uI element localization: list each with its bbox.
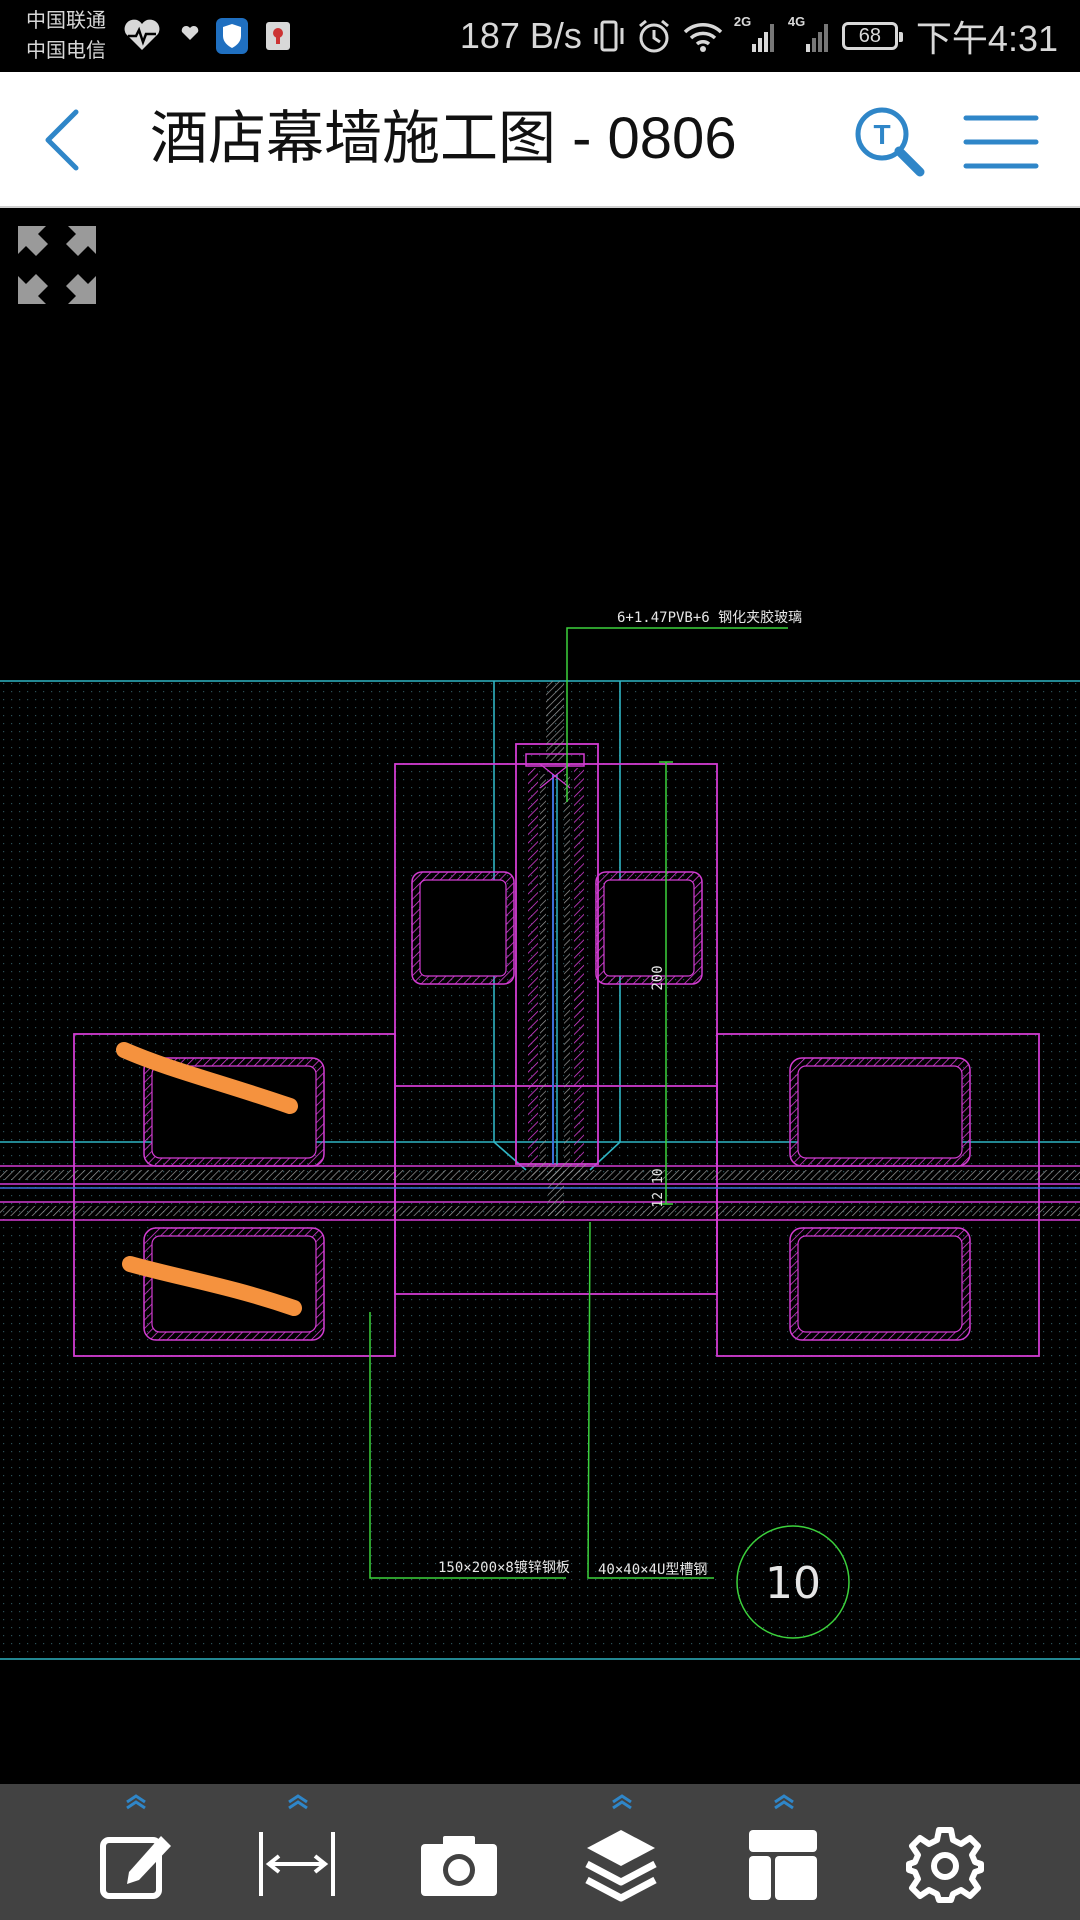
settings-icon <box>906 1827 984 1903</box>
drawing-canvas[interactable]: 6+1.47PVB+6 钢化夹胶玻璃 150×200×8镀锌钢板 40×40×4… <box>0 208 1080 1784</box>
app-notification-icon <box>266 22 290 50</box>
hamburger-menu-icon[interactable] <box>960 102 1042 182</box>
annotate-tool[interactable] <box>80 1784 190 1920</box>
layout-icon <box>749 1830 817 1900</box>
channel-spec-label: 40×40×4U型槽钢 <box>598 1562 707 1578</box>
svg-text:T: T <box>873 119 890 150</box>
battery-indicator: 68 <box>841 22 903 50</box>
status-bar: 中国联通 中国电信 187 B/s 2G 4G 68 下午4:31 <box>0 0 1080 72</box>
security-shield-icon <box>216 18 248 54</box>
edit-icon <box>100 1836 171 1899</box>
camera-tool[interactable] <box>404 1784 514 1920</box>
glass-spec-label: 6+1.47PVB+6 钢化夹胶玻璃 <box>617 609 802 626</box>
dimension-200: 200 <box>650 965 666 990</box>
plate-spec-label: 150×200×8镀锌钢板 <box>438 1559 570 1576</box>
vibrate-icon <box>594 20 624 52</box>
health-icon <box>124 19 160 50</box>
alarm-icon <box>638 19 669 53</box>
carrier-1: 中国联通 <box>26 10 106 32</box>
detail-number: 10 <box>765 1558 821 1609</box>
layers-icon <box>585 1830 657 1902</box>
heart-icon <box>181 25 199 40</box>
layers-tool[interactable] <box>566 1784 676 1920</box>
expand-up-icon[interactable] <box>610 1794 634 1810</box>
measure-icon <box>259 1832 335 1896</box>
carrier-2: 中国电信 <box>26 40 106 62</box>
clock: 下午4:31 <box>915 18 1058 59</box>
settings-tool[interactable] <box>890 1784 1000 1920</box>
signal-strength-4g-icon: 4G <box>788 14 832 56</box>
expand-up-icon[interactable] <box>124 1794 148 1810</box>
dimension-12-10: 12 10 <box>651 1168 666 1207</box>
page-title: 酒店幕墙施工图 - 0806 <box>150 106 737 171</box>
app-header: 酒店幕墙施工图 - 0806 T <box>0 72 1080 208</box>
cad-drawing: 6+1.47PVB+6 钢化夹胶玻璃 150×200×8镀锌钢板 40×40×4… <box>0 609 1080 1660</box>
camera-icon <box>421 1836 497 1896</box>
expand-up-icon[interactable] <box>286 1794 310 1810</box>
bottom-toolbar <box>0 1784 1080 1920</box>
back-arrow-icon[interactable] <box>28 100 104 180</box>
fullscreen-icon[interactable] <box>14 222 100 308</box>
network-speed: 187 B/s <box>459 15 582 56</box>
wifi-icon <box>683 23 723 52</box>
signal-strength-2g-icon: 2G <box>734 14 778 56</box>
layout-tool[interactable] <box>728 1784 838 1920</box>
text-search-icon[interactable]: T <box>850 102 930 182</box>
measure-tool[interactable] <box>242 1784 352 1920</box>
expand-up-icon[interactable] <box>772 1794 796 1810</box>
